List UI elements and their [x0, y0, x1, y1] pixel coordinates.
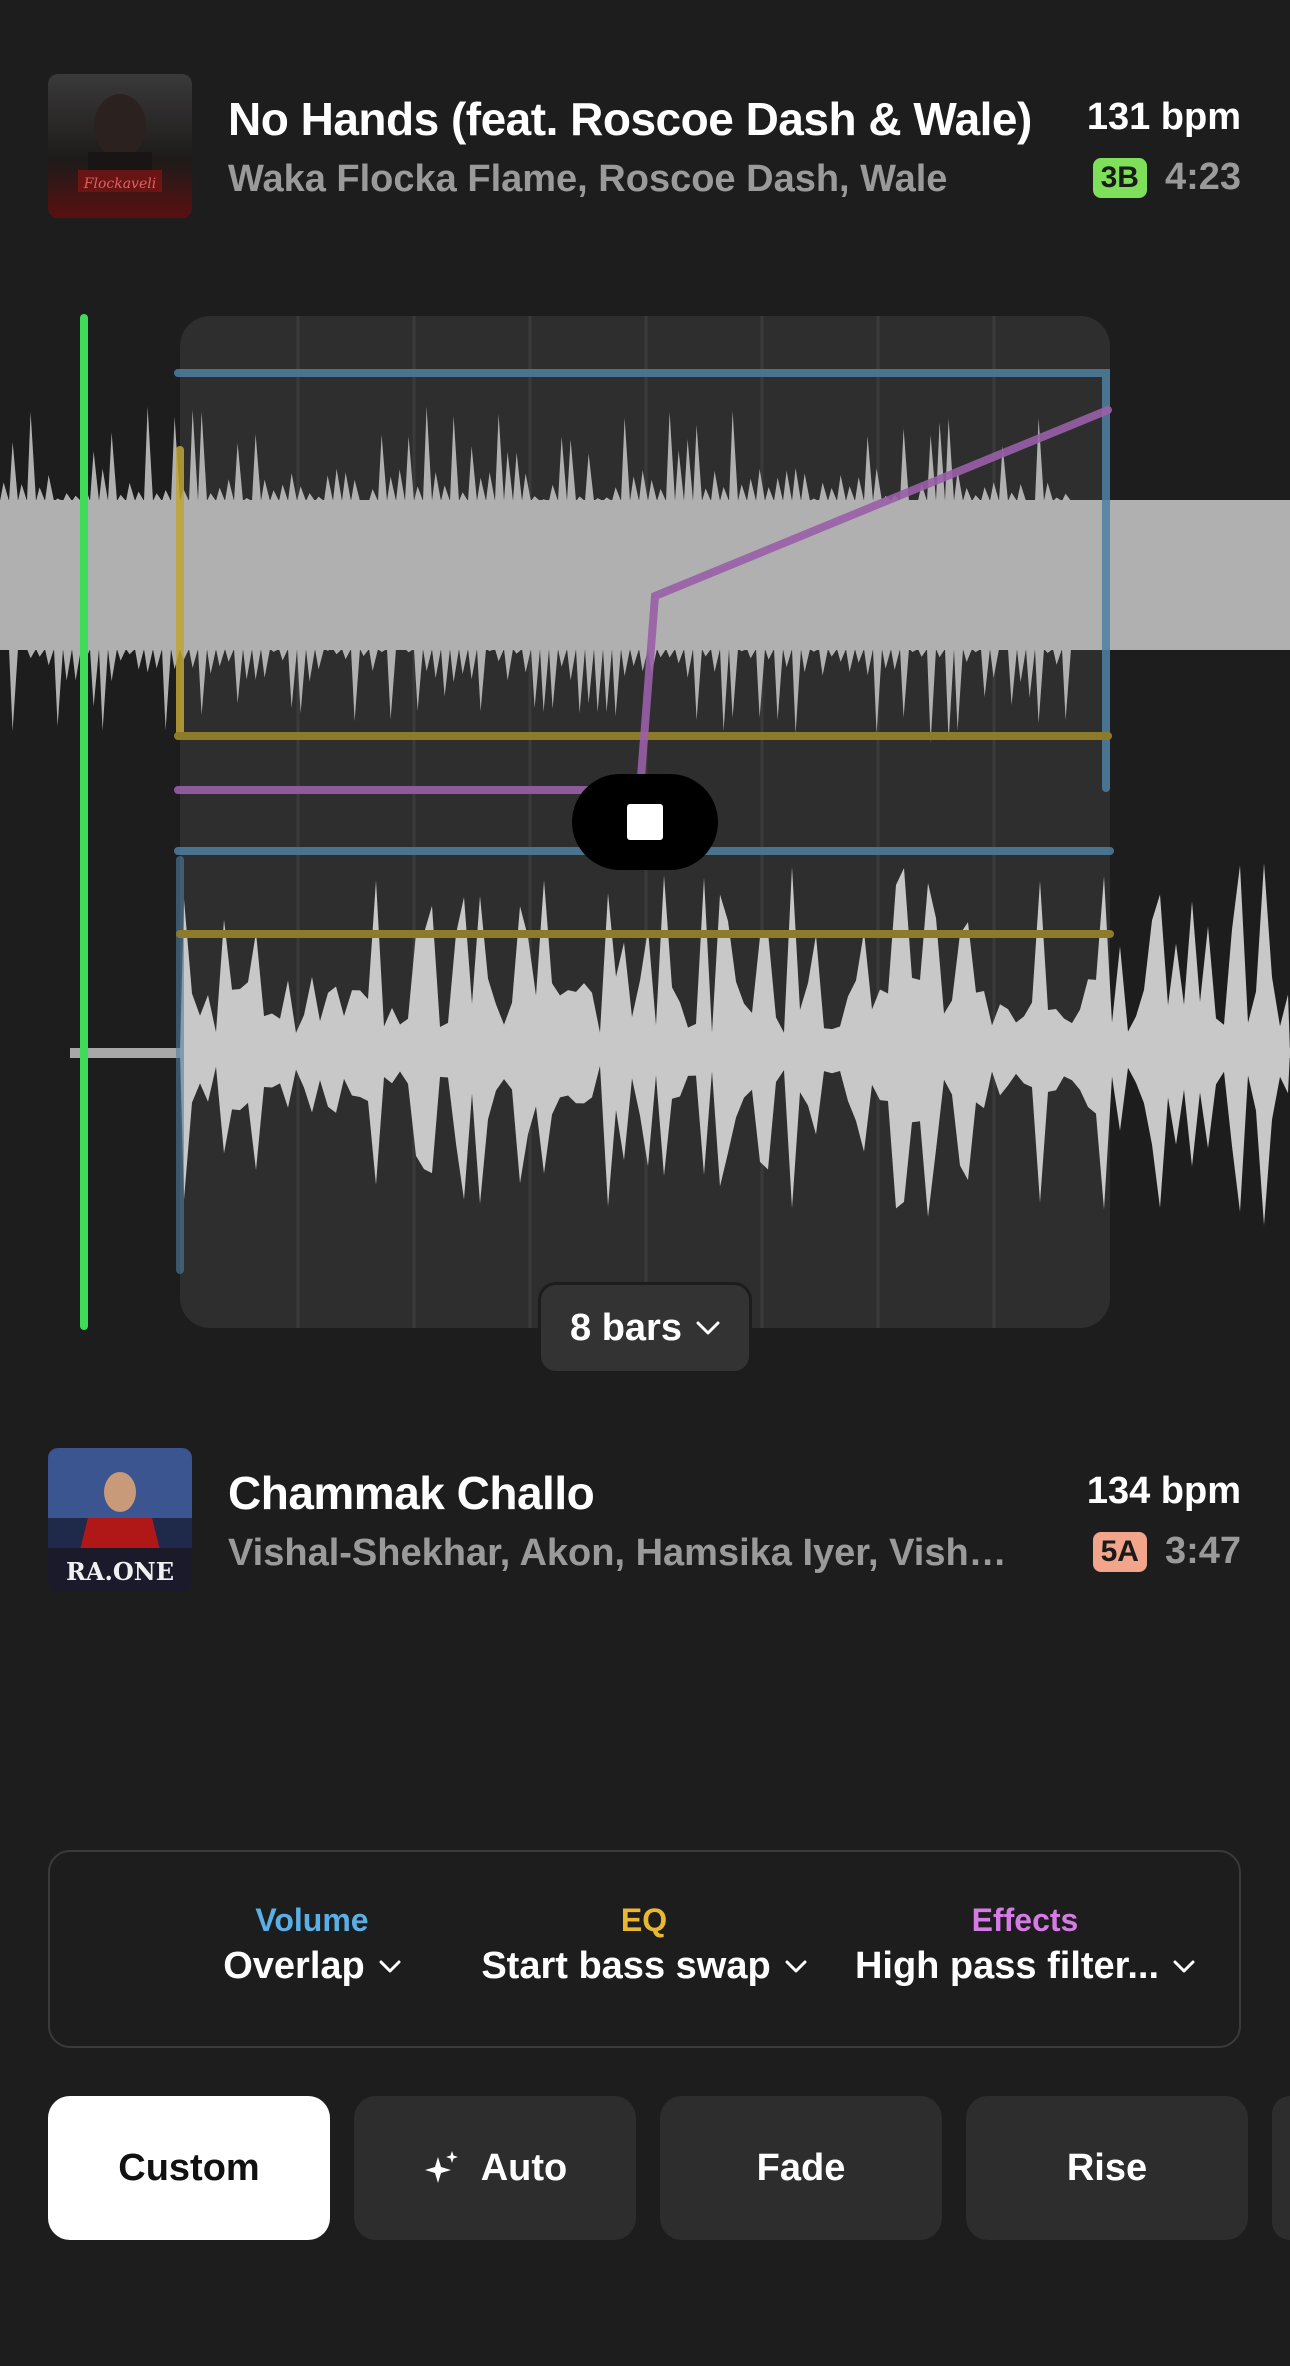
album-cover-bottom: RA.ONE — [48, 1448, 192, 1592]
preset-label: Auto — [480, 2146, 568, 2189]
effects-label: Effects — [971, 1902, 1079, 1938]
preset-label: Rise — [1066, 2146, 1148, 2189]
volume-setting[interactable]: Volume Overlap — [162, 1902, 462, 1988]
preset-fade[interactable]: Fade — [660, 2096, 942, 2240]
svg-text:Flockaveli: Flockaveli — [83, 176, 156, 192]
chevron-down-icon — [696, 1321, 720, 1335]
stop-icon — [627, 804, 663, 840]
transition-length-label: 8 bars — [570, 1306, 682, 1349]
chevron-down-icon — [379, 1960, 401, 1973]
track-bottom[interactable]: RA.ONE Chammak Challo Vishal-Shekhar, Ak… — [48, 1448, 1241, 1592]
stop-button[interactable] — [572, 774, 718, 870]
album-cover-top: Flockaveli — [48, 74, 192, 218]
track-top[interactable]: Flockaveli No Hands (feat. Roscoe Dash &… — [48, 74, 1241, 218]
preset-custom[interactable]: Custom — [48, 2096, 330, 2240]
preset-label: Custom — [118, 2146, 260, 2189]
eq-setting[interactable]: EQ Start bass swap — [474, 1902, 814, 1988]
transition-settings: Volume Overlap EQ Start bass swap Effect… — [48, 1850, 1241, 2048]
track-artist: Vishal-Shekhar, Akon, Hamsika Iyer, Vish… — [228, 1532, 1018, 1574]
chevron-down-icon — [785, 1960, 807, 1973]
chevron-down-icon — [1173, 1960, 1195, 1973]
track-duration: 4:23 — [1164, 156, 1241, 198]
eq-label: EQ — [620, 1902, 668, 1938]
effects-setting[interactable]: Effects High pass filter... — [840, 1902, 1210, 1988]
track-bpm: 134 bpm — [1086, 1470, 1241, 1512]
svg-text:RA.ONE: RA.ONE — [66, 1557, 174, 1586]
track-artist: Waka Flocka Flame, Roscoe Dash, Wale — [228, 158, 948, 200]
track-title: No Hands (feat. Roscoe Dash & Wale) — [228, 93, 1032, 145]
eq-value: Start bass swap — [481, 1945, 771, 1987]
sparkle-icon — [424, 2151, 458, 2183]
key-badge: 3B — [1092, 157, 1147, 198]
track-bpm: 131 bpm — [1086, 96, 1241, 138]
track-duration: 3:47 — [1164, 1530, 1241, 1572]
transition-length-dropdown[interactable]: 8 bars — [538, 1282, 752, 1374]
preset-label: Fade — [756, 2146, 846, 2189]
preset-auto[interactable]: Auto — [354, 2096, 636, 2240]
preset-rise[interactable]: Rise — [966, 2096, 1248, 2240]
preset-next-partial[interactable] — [1272, 2096, 1290, 2240]
transition-editor[interactable] — [0, 300, 1290, 1380]
key-badge: 5A — [1092, 1531, 1147, 1572]
volume-label: Volume — [255, 1902, 369, 1938]
track-title: Chammak Challo — [228, 1467, 595, 1519]
volume-value: Overlap — [223, 1945, 365, 1987]
effects-value: High pass filter... — [854, 1945, 1160, 1987]
